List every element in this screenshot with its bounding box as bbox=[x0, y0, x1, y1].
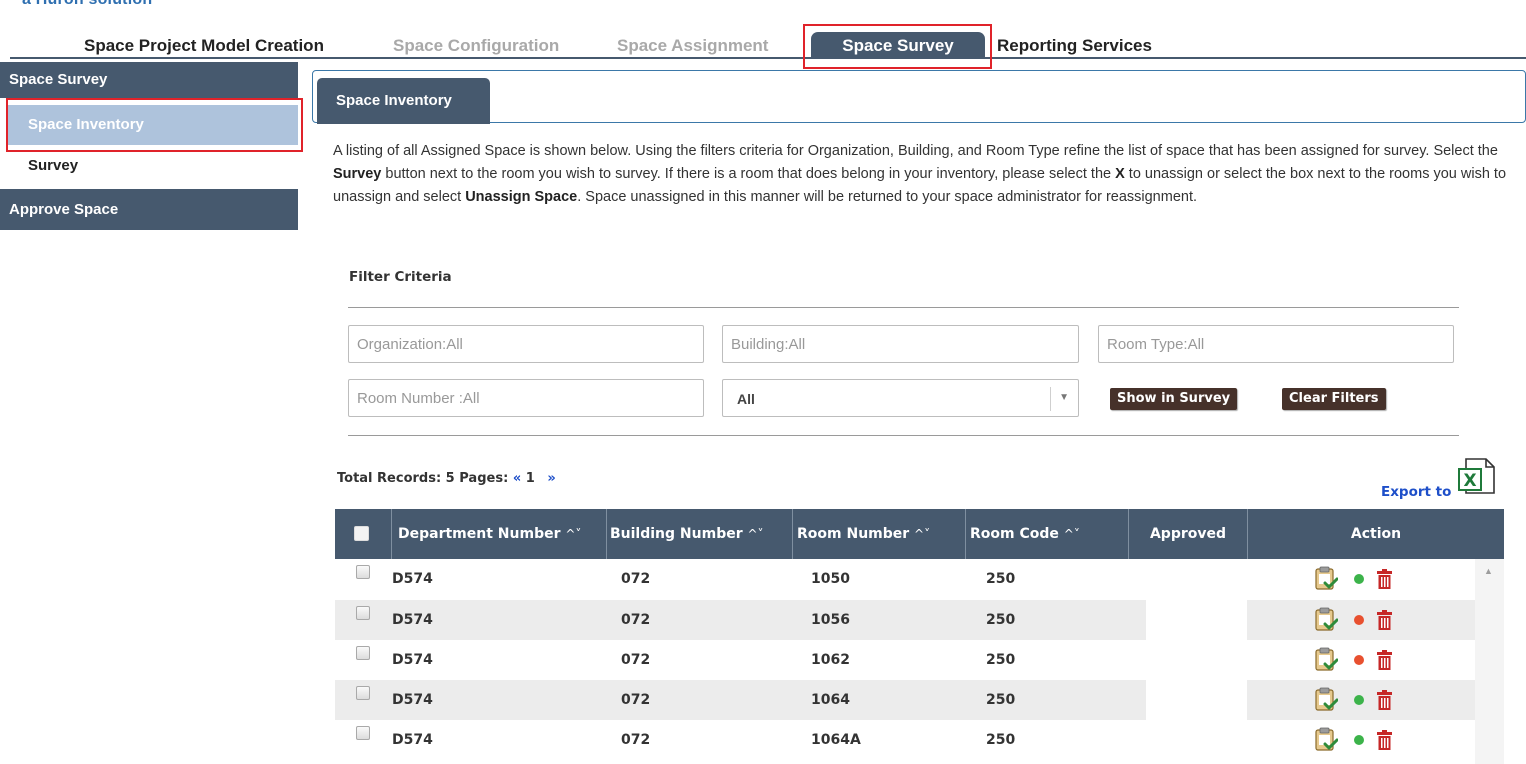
brand-tagline: a Huron solution bbox=[22, 0, 152, 9]
survey-clipboard-icon[interactable] bbox=[1314, 687, 1338, 713]
cell-department-number: D574 bbox=[392, 652, 433, 668]
sort-icon[interactable]: ^˅ bbox=[914, 527, 930, 541]
filter-criteria-heading: Filter Criteria bbox=[349, 269, 452, 285]
table-row: D574 072 1056 250 bbox=[335, 600, 1475, 640]
sort-icon[interactable]: ^˅ bbox=[1064, 527, 1080, 541]
row-checkbox[interactable] bbox=[356, 646, 370, 660]
cell-room-number: 1050 bbox=[811, 571, 850, 587]
sort-icon[interactable]: ^˅ bbox=[565, 527, 581, 541]
cell-building-number: 072 bbox=[621, 652, 651, 668]
export-link[interactable]: Export to bbox=[1381, 484, 1451, 500]
room-number-filter-input[interactable] bbox=[348, 379, 704, 417]
nav-space-configuration[interactable]: Space Configuration bbox=[393, 36, 559, 56]
status-dot-icon bbox=[1354, 695, 1364, 705]
nav-reporting-services[interactable]: Reporting Services bbox=[997, 36, 1152, 56]
cell-approved bbox=[1146, 680, 1247, 720]
cell-room-code: 250 bbox=[986, 652, 1016, 668]
select-separator bbox=[1050, 387, 1051, 411]
sidebar-section-approve-space[interactable]: Approve Space bbox=[0, 189, 298, 230]
prev-page-link[interactable]: « bbox=[513, 471, 521, 486]
cell-room-number: 1056 bbox=[811, 612, 850, 628]
cell-building-number: 072 bbox=[621, 571, 651, 587]
scroll-up-icon[interactable]: ▲ bbox=[1484, 566, 1493, 576]
survey-clipboard-icon[interactable] bbox=[1314, 727, 1338, 753]
nav-space-assignment[interactable]: Space Assignment bbox=[617, 36, 768, 56]
status-dot-icon bbox=[1354, 735, 1364, 745]
cell-room-number: 1064A bbox=[811, 732, 861, 748]
delete-trash-icon[interactable] bbox=[1376, 690, 1393, 710]
cell-room-number: 1064 bbox=[811, 692, 850, 708]
status-dot-icon bbox=[1354, 574, 1364, 584]
table-scrollbar[interactable] bbox=[1475, 559, 1504, 764]
status-select[interactable]: All ▼ bbox=[722, 379, 1079, 417]
chevron-down-icon: ▼ bbox=[1059, 392, 1069, 403]
excel-icon[interactable]: X bbox=[1458, 455, 1500, 497]
col-room-number[interactable]: Room Number ^˅ bbox=[792, 509, 965, 559]
col-approved: Approved bbox=[1128, 509, 1247, 559]
cell-room-code: 250 bbox=[986, 571, 1016, 587]
nav-space-survey[interactable]: Space Survey bbox=[811, 32, 985, 58]
cell-building-number: 072 bbox=[621, 692, 651, 708]
cell-department-number: D574 bbox=[392, 612, 433, 628]
next-page-link[interactable]: » bbox=[547, 471, 555, 486]
row-checkbox[interactable] bbox=[356, 606, 370, 620]
cell-approved bbox=[1146, 600, 1247, 640]
status-select-value: All bbox=[737, 391, 755, 407]
row-checkbox[interactable] bbox=[356, 565, 370, 579]
clear-filters-button[interactable]: Clear Filters bbox=[1282, 388, 1386, 410]
row-checkbox[interactable] bbox=[356, 686, 370, 700]
table-header: Department Number ^˅ Building Number ^˅ … bbox=[335, 509, 1504, 559]
records-summary: Total Records: 5 Pages: « 1 » bbox=[337, 471, 556, 486]
status-dot-icon bbox=[1354, 615, 1364, 625]
svg-text:X: X bbox=[1463, 471, 1476, 491]
tab-space-inventory[interactable]: Space Inventory bbox=[317, 78, 490, 124]
page-description: A listing of all Assigned Space is shown… bbox=[333, 143, 1507, 205]
table-row: D574 072 1064A 250 bbox=[335, 720, 1475, 760]
table-row: D574 072 1064 250 bbox=[335, 680, 1475, 720]
building-filter-input[interactable] bbox=[722, 325, 1079, 363]
survey-clipboard-icon[interactable] bbox=[1314, 647, 1338, 673]
room-type-filter-input[interactable] bbox=[1098, 325, 1454, 363]
survey-clipboard-icon[interactable] bbox=[1314, 566, 1338, 592]
sidebar-item-space-inventory[interactable]: Space Inventory bbox=[8, 105, 298, 145]
table-row: D574 072 1062 250 bbox=[335, 640, 1475, 680]
cell-room-code: 250 bbox=[986, 732, 1016, 748]
col-department-number[interactable]: Department Number ^˅ bbox=[391, 509, 606, 559]
content-panel bbox=[312, 70, 1526, 123]
survey-clipboard-icon[interactable] bbox=[1314, 607, 1338, 633]
col-action: Action bbox=[1247, 509, 1504, 559]
cell-department-number: D574 bbox=[392, 692, 433, 708]
show-in-survey-button[interactable]: Show in Survey bbox=[1110, 388, 1238, 410]
records-label: Total Records: 5 Pages: bbox=[337, 471, 509, 486]
nav-space-project-model-creation[interactable]: Space Project Model Creation bbox=[84, 36, 324, 56]
cell-room-number: 1062 bbox=[811, 652, 850, 668]
cell-department-number: D574 bbox=[392, 571, 433, 587]
col-room-code[interactable]: Room Code ^˅ bbox=[965, 509, 1128, 559]
sidebar-item-survey[interactable]: Survey bbox=[8, 157, 298, 179]
organization-filter-input[interactable] bbox=[348, 325, 704, 363]
cell-building-number: 072 bbox=[621, 612, 651, 628]
delete-trash-icon[interactable] bbox=[1376, 610, 1393, 630]
status-dot-icon bbox=[1354, 655, 1364, 665]
filter-divider-bottom bbox=[348, 435, 1459, 436]
col-building-number[interactable]: Building Number ^˅ bbox=[606, 509, 792, 559]
delete-trash-icon[interactable] bbox=[1376, 650, 1393, 670]
filter-divider-top bbox=[348, 307, 1459, 308]
delete-trash-icon[interactable] bbox=[1376, 730, 1393, 750]
delete-trash-icon[interactable] bbox=[1376, 569, 1393, 589]
select-all-checkbox[interactable] bbox=[354, 526, 369, 541]
sidebar-section-space-survey[interactable]: Space Survey bbox=[0, 62, 298, 98]
table-row: D574 072 1050 250 bbox=[335, 559, 1475, 599]
row-checkbox[interactable] bbox=[356, 726, 370, 740]
cell-department-number: D574 bbox=[392, 732, 433, 748]
cell-building-number: 072 bbox=[621, 732, 651, 748]
cell-room-code: 250 bbox=[986, 692, 1016, 708]
current-page[interactable]: 1 bbox=[526, 471, 535, 486]
sort-icon[interactable]: ^˅ bbox=[748, 527, 764, 541]
cell-room-code: 250 bbox=[986, 612, 1016, 628]
nav-divider bbox=[10, 57, 1526, 59]
